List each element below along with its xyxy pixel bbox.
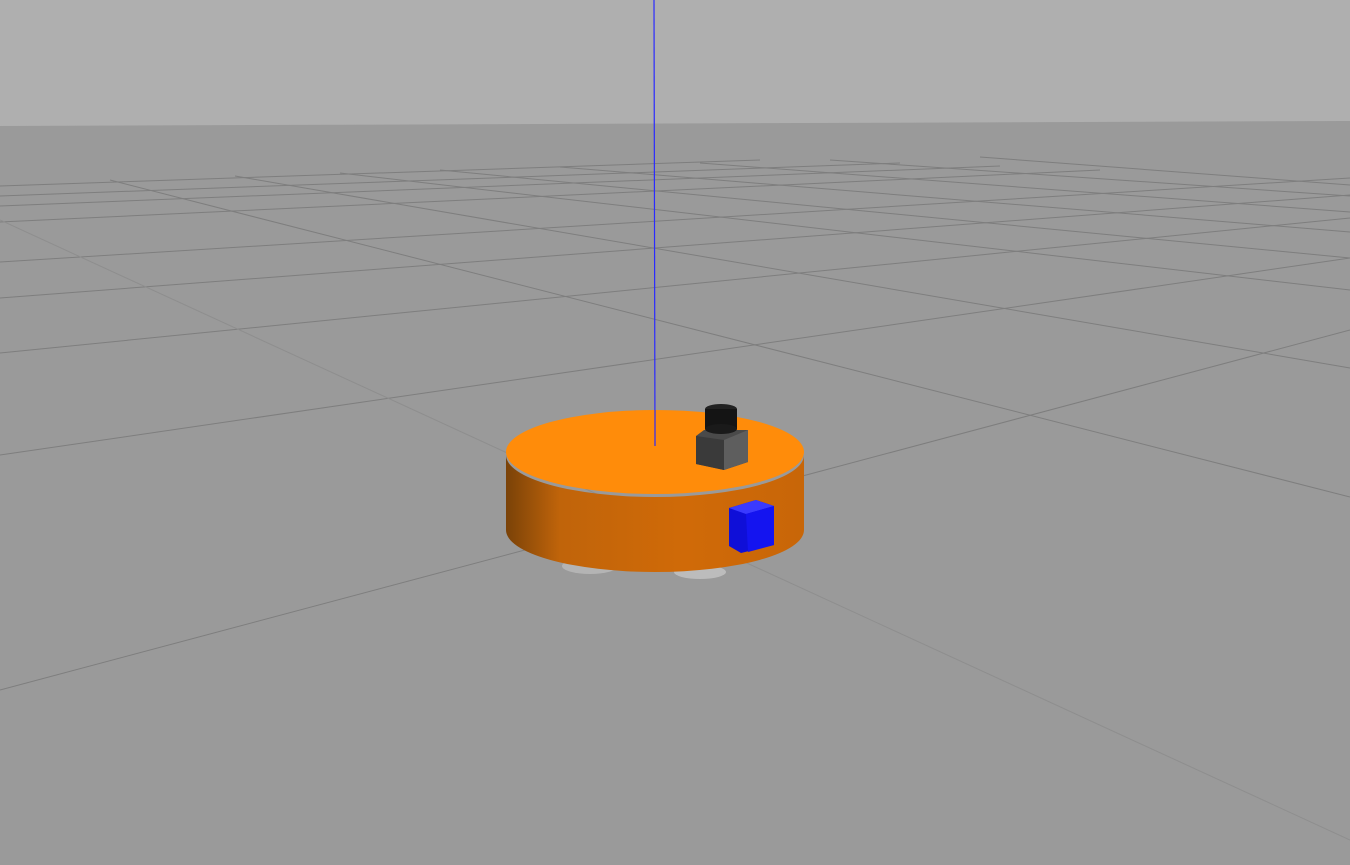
sky-background — [0, 0, 1350, 126]
robot-model[interactable] — [506, 404, 804, 579]
camera-sensor — [729, 500, 774, 553]
3d-scene[interactable] — [0, 0, 1350, 865]
simulation-viewport[interactable] — [0, 0, 1350, 865]
